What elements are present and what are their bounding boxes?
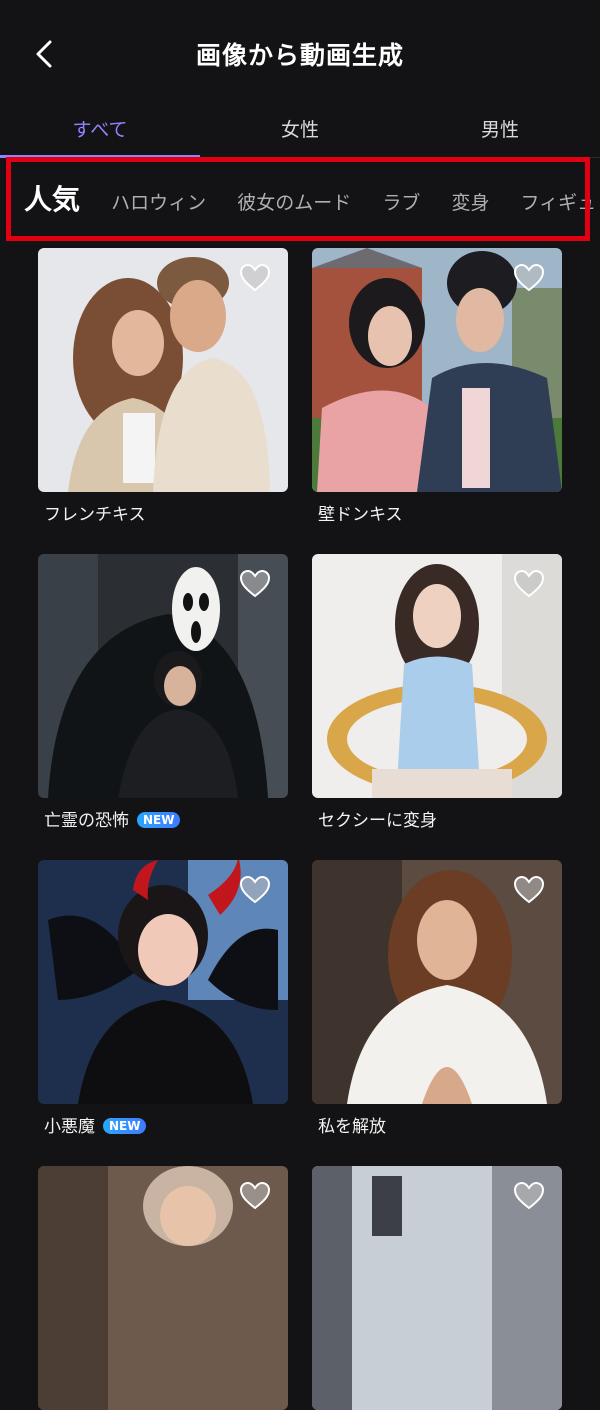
active-tab-indicator <box>0 155 200 158</box>
tab-bar: すべて 女性 男性 <box>0 108 600 158</box>
template-title: 壁ドンキス <box>318 505 403 525</box>
template-card[interactable]: 壁ドンキス <box>312 248 562 525</box>
template-thumbnail[interactable] <box>38 1166 288 1410</box>
template-card[interactable] <box>312 1166 562 1410</box>
chip-love[interactable]: ラブ <box>382 188 420 215</box>
template-card[interactable]: フレンチキス <box>38 248 288 525</box>
heart-outline-icon[interactable] <box>240 570 270 598</box>
chip-halloween[interactable]: ハロウィン <box>111 188 206 215</box>
template-title: 小悪魔 NEW <box>44 1112 147 1137</box>
template-thumbnail[interactable] <box>38 860 288 1104</box>
template-title: フレンチキス <box>44 505 146 525</box>
tab-male[interactable]: 男性 <box>400 108 600 156</box>
new-badge: NEW <box>137 812 181 828</box>
template-title: 私を解放 <box>318 1117 386 1137</box>
heart-outline-icon[interactable] <box>514 570 544 598</box>
tab-all[interactable]: すべて <box>0 108 200 156</box>
new-badge: NEW <box>103 1118 147 1134</box>
subcategory-bar: 人気 ハロウィン 彼女のムード ラブ 変身 フィギュ <box>0 160 600 240</box>
chip-girlfriend-mood[interactable]: 彼女のムード <box>237 188 351 215</box>
template-card[interactable] <box>38 1166 288 1410</box>
page-title: 画像から動画生成 <box>195 41 404 70</box>
heart-outline-icon[interactable] <box>240 876 270 904</box>
template-thumbnail[interactable] <box>312 1166 562 1410</box>
template-thumbnail[interactable] <box>312 860 562 1104</box>
template-card[interactable]: 小悪魔 NEW <box>38 860 288 1137</box>
chip-transform[interactable]: 変身 <box>451 188 489 215</box>
subcategory-scroll[interactable]: 人気 ハロウィン 彼女のムード ラブ 変身 フィギュ <box>24 178 596 234</box>
template-thumbnail[interactable] <box>38 248 288 492</box>
template-title: セクシーに変身 <box>318 811 437 831</box>
header: 画像から動画生成 <box>0 0 600 110</box>
template-thumbnail[interactable] <box>312 248 562 492</box>
heart-outline-icon[interactable] <box>240 264 270 292</box>
chip-popular[interactable]: 人気 <box>24 178 80 218</box>
template-thumbnail[interactable] <box>38 554 288 798</box>
heart-outline-icon[interactable] <box>514 876 544 904</box>
template-card[interactable]: 私を解放 <box>312 860 562 1137</box>
heart-outline-icon[interactable] <box>514 264 544 292</box>
template-card[interactable]: 亡霊の恐怖 NEW <box>38 554 288 831</box>
template-thumbnail[interactable] <box>312 554 562 798</box>
chip-figure[interactable]: フィギュ <box>521 188 596 215</box>
template-card[interactable]: セクシーに変身 <box>312 554 562 831</box>
tab-female[interactable]: 女性 <box>200 108 400 156</box>
template-title: 亡霊の恐怖 NEW <box>44 806 181 831</box>
